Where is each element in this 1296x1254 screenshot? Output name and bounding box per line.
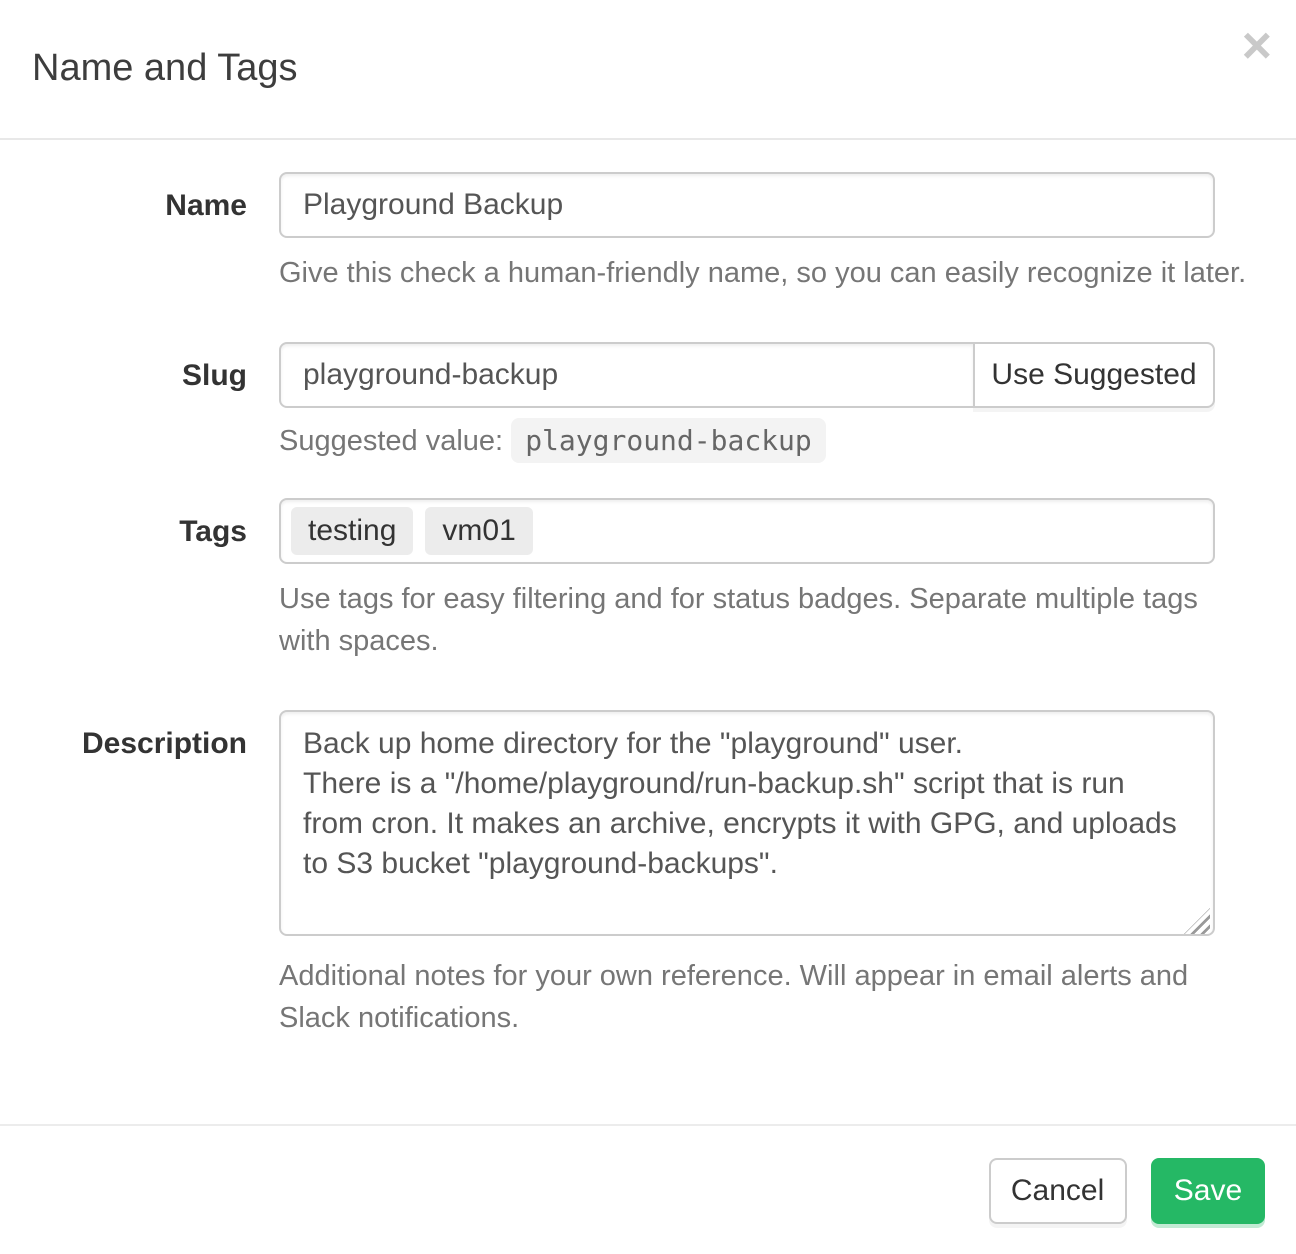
name-and-tags-dialog: Name and Tags × Name Give this check a h… (0, 0, 1296, 1254)
description-textarea-wrap: Back up home directory for the "playgrou… (279, 710, 1215, 941)
description-textarea[interactable]: Back up home directory for the "playgrou… (279, 710, 1215, 936)
use-suggested-button[interactable]: Use Suggested (973, 342, 1215, 408)
tag-chip[interactable]: testing (291, 507, 413, 555)
tags-controls: testing vm01 Use tags for easy filtering… (279, 498, 1215, 662)
dialog-body: Name Give this check a human-friendly na… (0, 140, 1296, 1062)
slug-form-group: Slug Use Suggested Suggested value: play… (32, 342, 1296, 458)
name-controls: Give this check a human-friendly name, s… (279, 172, 1215, 294)
close-icon[interactable]: × (1242, 24, 1272, 68)
dialog-footer: Cancel Save (0, 1124, 1296, 1254)
name-help-text: Give this check a human-friendly name, s… (279, 252, 1255, 294)
name-label: Name (32, 172, 247, 294)
tag-chip[interactable]: vm01 (425, 507, 532, 555)
name-input[interactable] (279, 172, 1215, 238)
save-button[interactable]: Save (1151, 1158, 1265, 1224)
cancel-button[interactable]: Cancel (989, 1158, 1127, 1224)
slug-input-group: Use Suggested (279, 342, 1215, 408)
description-help-text: Additional notes for your own reference.… (279, 955, 1255, 1039)
dialog-header: Name and Tags × (0, 0, 1296, 140)
description-controls: Back up home directory for the "playgrou… (279, 710, 1215, 1039)
tags-input[interactable]: testing vm01 (279, 498, 1215, 564)
suggested-value-prefix: Suggested value: (279, 425, 503, 457)
slug-input[interactable] (279, 342, 975, 408)
suggested-value-line: Suggested value: playground-backup (279, 424, 1215, 458)
description-label: Description (32, 710, 247, 1039)
tags-form-group: Tags testing vm01 Use tags for easy filt… (32, 498, 1296, 662)
description-form-group: Description Back up home directory for t… (32, 710, 1296, 1039)
dialog-title: Name and Tags (32, 46, 1264, 90)
suggested-value-code: playground-backup (511, 418, 826, 463)
slug-label: Slug (32, 342, 247, 458)
name-form-group: Name Give this check a human-friendly na… (32, 172, 1296, 294)
slug-controls: Use Suggested Suggested value: playgroun… (279, 342, 1215, 458)
tags-label: Tags (32, 498, 247, 662)
tags-help-text: Use tags for easy filtering and for stat… (279, 578, 1255, 662)
